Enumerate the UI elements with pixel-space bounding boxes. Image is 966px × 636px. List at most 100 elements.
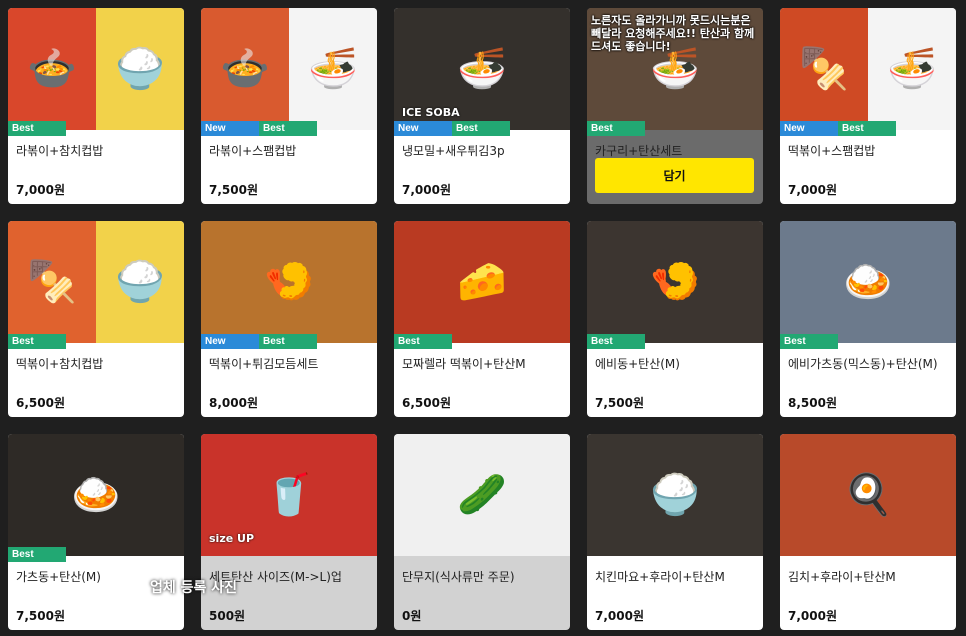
menu-item-price: 7,000원: [16, 183, 65, 197]
food-image-icon: 🥒: [457, 472, 507, 518]
best-badge: Best: [394, 334, 452, 349]
menu-item-price: 7,000원: [595, 609, 644, 623]
badge-group: Best: [394, 334, 452, 349]
menu-item-name: 떡볶이+참치컵밥: [16, 357, 104, 371]
food-image-icon: 🍜: [887, 46, 937, 92]
food-image-icon: 🍢: [799, 46, 849, 92]
menu-item-card[interactable]: 🍜 노른자도 올라가니까 못드시는분은 빼달라 요청해주세요!! 탄산과 함께 드…: [587, 8, 763, 204]
food-photo: 🍤: [201, 221, 377, 343]
menu-item-price: 6,500원: [16, 396, 65, 410]
badge-group: Best: [587, 334, 645, 349]
food-image-icon: 🍚: [115, 259, 165, 305]
menu-grid: 🍲 🍚 Best 라볶이+참치컵밥 7,000원 🍲 🍜 New Best 라볶이+스팸컵밥 7,5…: [8, 8, 956, 630]
food-image-icon: 🍳: [843, 472, 893, 518]
menu-item-name: 냉모밀+새우튀김3p: [402, 144, 505, 158]
food-image-icon: 🍢: [27, 259, 77, 305]
menu-item-name: 단무지(식사류만 주문): [402, 570, 515, 584]
badge-group: New Best: [780, 121, 896, 136]
menu-item-card[interactable]: 🍳 김치+후라이+탄산M 7,000원: [780, 434, 956, 630]
menu-item-card[interactable]: 🍛 Best 에비가츠동(믹스동)+탄산(M) 8,500원: [780, 221, 956, 417]
food-image-icon: 🍤: [650, 259, 700, 305]
photo-overlay-text: size UP: [209, 532, 255, 545]
food-photo: 🍛: [780, 221, 956, 343]
best-badge: Best: [259, 334, 317, 349]
food-photo: 🍚: [587, 434, 763, 556]
best-badge: Best: [259, 121, 317, 136]
new-badge: New: [201, 334, 259, 349]
menu-item-name: 치킨마요+후라이+탄산M: [595, 570, 725, 584]
menu-item-name: 카구리+탄산세트: [595, 144, 683, 158]
badge-group: Best: [780, 334, 838, 349]
menu-item-name: 에비동+탄산(M): [595, 357, 680, 371]
food-image-icon: 🧀: [457, 259, 507, 305]
food-photo: 🍛: [8, 434, 184, 556]
menu-item-card[interactable]: 🍤 New Best 떡볶이+튀김모듬세트 8,000원: [201, 221, 377, 417]
new-badge: New: [780, 121, 838, 136]
menu-item-price: 7,000원: [788, 183, 837, 197]
badge-group: Best: [587, 121, 645, 136]
badge-group: Best: [8, 547, 66, 562]
badge-group: New Best: [394, 121, 510, 136]
food-image-icon: 🍲: [27, 46, 77, 92]
food-photo: 🍢 🍚: [8, 221, 184, 343]
menu-item-price: 7,500원: [209, 183, 258, 197]
best-badge: Best: [838, 121, 896, 136]
menu-item-card[interactable]: 🍢 🍜 New Best 떡볶이+스팸컵밥 7,000원: [780, 8, 956, 204]
food-photo: 🥒: [394, 434, 570, 556]
best-badge: Best: [8, 121, 66, 136]
menu-item-name: 김치+후라이+탄산M: [788, 570, 896, 584]
best-badge: Best: [780, 334, 838, 349]
food-image-icon: 🍤: [264, 259, 314, 305]
badge-group: Best: [8, 121, 66, 136]
menu-item-price: 0원: [402, 609, 422, 623]
menu-item-card[interactable]: 🍲 🍜 New Best 라볶이+스팸컵밥 7,500원: [201, 8, 377, 204]
food-image-icon: 🍛: [71, 472, 121, 518]
food-photo: 🧀: [394, 221, 570, 343]
menu-item-name: 라볶이+스팸컵밥: [209, 144, 297, 158]
menu-item-price: 8,000원: [209, 396, 258, 410]
menu-item-card[interactable]: 🧀 Best 모짜렐라 떡볶이+탄산M 6,500원: [394, 221, 570, 417]
menu-item-price: 6,500원: [402, 396, 451, 410]
menu-item-card[interactable]: 🍛 Best 가츠동+탄산(M) 7,500원: [8, 434, 184, 630]
menu-item-card[interactable]: 🥤 size UP 세트탄산 사이즈(M->L)업 500원: [201, 434, 377, 630]
badge-group: Best: [8, 334, 66, 349]
badge-group: New Best: [201, 334, 317, 349]
best-badge: Best: [8, 334, 66, 349]
food-image-icon: 🍜: [650, 46, 700, 92]
food-image-icon: 🍜: [457, 46, 507, 92]
menu-item-price: 7,500원: [16, 609, 65, 623]
menu-item-card[interactable]: 🍤 Best 에비동+탄산(M) 7,500원: [587, 221, 763, 417]
registered-photo-caption: 업체 등록 사진: [150, 580, 238, 596]
menu-item-price: 7,500원: [595, 396, 644, 410]
food-image-icon: 🍚: [115, 46, 165, 92]
menu-item-name: 모짜렐라 떡볶이+탄산M: [402, 357, 526, 371]
menu-item-price: 8,500원: [788, 396, 837, 410]
food-image-icon: 🥤: [264, 472, 314, 518]
menu-item-card[interactable]: 🍜 ICE SOBA New Best 냉모밀+새우튀김3p 7,000원: [394, 8, 570, 204]
new-badge: New: [201, 121, 259, 136]
menu-item-card[interactable]: 🥒 단무지(식사류만 주문) 0원: [394, 434, 570, 630]
best-badge: Best: [452, 121, 510, 136]
badge-group: New Best: [201, 121, 317, 136]
best-badge: Best: [8, 547, 66, 562]
menu-item-card[interactable]: 🍢 🍚 Best 떡볶이+참치컵밥 6,500원: [8, 221, 184, 417]
menu-item-name: 에비가츠동(믹스동)+탄산(M): [788, 357, 938, 371]
food-photo: 🍲 🍜: [201, 8, 377, 130]
food-image-icon: 🍚: [650, 472, 700, 518]
food-photo: 🍢 🍜: [780, 8, 956, 130]
add-to-cart-button[interactable]: 담기: [595, 158, 754, 193]
menu-item-card[interactable]: 🍚 치킨마요+후라이+탄산M 7,000원: [587, 434, 763, 630]
menu-item-name: 떡볶이+튀김모듬세트: [209, 357, 319, 371]
food-photo: 🍳: [780, 434, 956, 556]
menu-item-name: 떡볶이+스팸컵밥: [788, 144, 876, 158]
menu-item-name: 라볶이+참치컵밥: [16, 144, 104, 158]
food-photo: 🍲 🍚: [8, 8, 184, 130]
menu-item-price: 500원: [209, 609, 246, 623]
menu-item-card[interactable]: 🍲 🍚 Best 라볶이+참치컵밥 7,000원: [8, 8, 184, 204]
food-image-icon: 🍜: [308, 46, 358, 92]
item-notice-text: 노른자도 올라가니까 못드시는분은 빼달라 요청해주세요!! 탄산과 함께 드셔…: [591, 14, 755, 53]
best-badge: Best: [587, 121, 645, 136]
menu-item-price: 7,000원: [402, 183, 451, 197]
food-image-icon: 🍛: [843, 259, 893, 305]
food-image-icon: 🍲: [220, 46, 270, 92]
